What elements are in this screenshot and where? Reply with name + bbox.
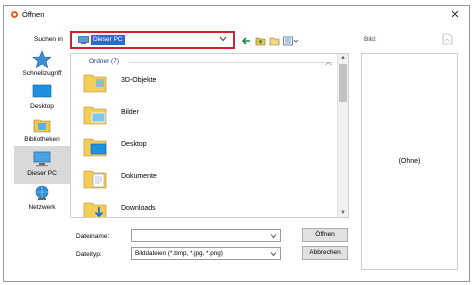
filetype-select[interactable]: Bilddateien (*.bmp, *.jpg, *.png) — [131, 247, 281, 260]
group-header: Ordner (7) — [89, 58, 119, 65]
documents-folder-icon — [83, 170, 107, 189]
list-item-label: Bilder — [121, 109, 139, 116]
chevron-down-icon[interactable] — [270, 233, 277, 239]
computer-icon — [78, 36, 89, 44]
chevron-up-icon[interactable]: ︿ — [325, 57, 332, 67]
list-item[interactable]: 3D-Objekte — [81, 69, 321, 97]
filetype-value: Bilddateien (*.bmp, *.jpg, *.png) — [135, 250, 223, 257]
downloads-folder-icon — [83, 202, 107, 217]
group-divider — [129, 62, 333, 63]
list-item-label: Desktop — [121, 141, 147, 148]
back-arrow-icon[interactable] — [241, 36, 252, 46]
app-icon — [11, 11, 18, 18]
list-item[interactable]: Dokumente — [81, 165, 321, 193]
open-dialog: Öffnen ✕ Suchen in Dieser PC Schnellzugr… — [3, 5, 470, 282]
file-list[interactable]: Ordner (7) ︿ 3D-Objekte Bilder Desktop D… — [70, 53, 349, 218]
list-item[interactable]: Desktop — [81, 133, 321, 161]
lookin-value: Dieser PC — [91, 35, 125, 45]
open-button[interactable]: Öffnen — [302, 228, 348, 242]
sidebar-item-label: Desktop — [30, 103, 54, 110]
chevron-down-icon — [219, 36, 227, 42]
sidebar-item-label: Schnellzugriff — [22, 70, 62, 77]
close-icon: ✕ — [450, 9, 460, 21]
sidebar-item-label: Netzwerk — [28, 204, 56, 211]
list-item-label: 3D-Objekte — [121, 77, 157, 84]
vertical-scrollbar[interactable]: ▲ ▼ — [337, 54, 348, 217]
preview-empty-text: (Ohne) — [398, 158, 421, 165]
star-icon — [32, 50, 52, 68]
list-item-label: Downloads — [121, 205, 156, 212]
sidebar-item-network[interactable]: Netzwerk — [14, 180, 70, 218]
desktop-icon — [32, 84, 52, 98]
sidebar-item-libraries[interactable]: Bibliotheken — [14, 112, 70, 150]
sidebar-item-label: Dieser PC — [27, 170, 57, 177]
new-folder-icon[interactable] — [269, 36, 280, 46]
list-item-label: Dokumente — [121, 173, 157, 180]
close-button[interactable]: ✕ — [448, 8, 462, 22]
window-title: Öffnen — [22, 10, 45, 19]
list-item[interactable]: Downloads — [81, 197, 321, 217]
title-bar: Öffnen ✕ — [4, 6, 469, 24]
network-icon — [35, 185, 49, 200]
scroll-up-icon[interactable]: ▲ — [340, 55, 346, 61]
sidebar-item-label: Bibliotheken — [24, 136, 60, 143]
preview-toggle-icon[interactable] — [442, 33, 453, 45]
pictures-folder-icon — [83, 106, 107, 125]
scroll-down-icon[interactable]: ▼ — [340, 210, 346, 216]
lookin-dropdown[interactable]: Dieser PC — [70, 31, 235, 49]
filename-label: Dateiname: — [76, 233, 110, 240]
preview-label: Bild: — [364, 36, 377, 43]
scroll-thumb[interactable] — [339, 64, 347, 102]
places-bar: Schnellzugriff Desktop Bibliotheken Dies… — [14, 46, 70, 216]
filetype-label: Dateityp: — [76, 251, 102, 258]
desktop-folder-icon — [83, 138, 107, 157]
preview-pane: (Ohne) — [361, 53, 458, 270]
view-menu-icon[interactable] — [283, 36, 299, 46]
sidebar-item-this-pc[interactable]: Dieser PC — [14, 146, 70, 184]
computer-icon — [33, 151, 51, 167]
chevron-down-icon[interactable] — [270, 251, 277, 257]
cancel-button[interactable]: Abbrechen — [302, 246, 348, 260]
lookin-label: Suchen in — [34, 36, 63, 43]
folder-icon — [83, 74, 107, 93]
list-item[interactable]: Bilder — [81, 101, 321, 129]
filename-field[interactable] — [131, 229, 281, 242]
libraries-icon — [33, 119, 51, 133]
up-folder-icon[interactable] — [255, 36, 266, 46]
